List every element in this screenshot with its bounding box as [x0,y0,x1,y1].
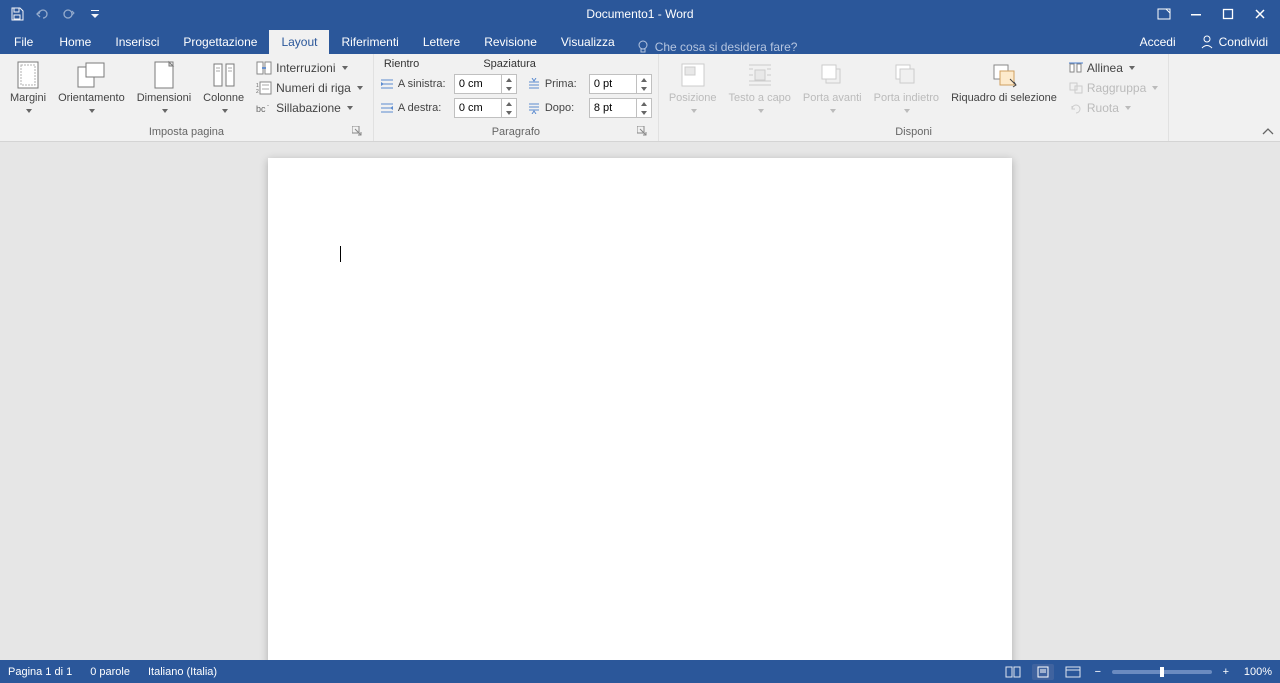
share-label: Condividi [1219,35,1268,49]
bring-forward-button: Porta avanti [799,56,866,116]
tab-file[interactable]: File [0,30,47,54]
space-before-label: Prima: [545,78,585,90]
zoom-slider[interactable] [1112,670,1212,674]
align-icon [1069,62,1083,74]
svg-text:-: - [267,103,269,109]
indent-left-label: A sinistra: [398,78,450,90]
zoom-in-button[interactable]: + [1220,666,1232,678]
save-button[interactable] [8,5,26,23]
tab-home[interactable]: Home [47,30,103,54]
hyphenation-icon: bc- [256,101,272,115]
zoom-out-button[interactable]: − [1092,666,1104,678]
print-layout-button[interactable] [1032,664,1054,680]
orientation-button[interactable]: Orientamento [54,56,129,116]
tab-layout[interactable]: Layout [269,30,329,54]
send-backward-button: Porta indietro [870,56,943,116]
text-cursor [340,246,341,262]
page[interactable] [268,158,1012,660]
tab-inserisci[interactable]: Inserisci [103,30,171,54]
indent-heading: Rientro [382,56,421,70]
hyphenation-button[interactable]: bc- Sillabazione [254,100,365,116]
group-icon [1069,82,1083,94]
spacing-heading: Spaziatura [481,56,538,70]
line-numbers-icon: 12 [256,81,272,95]
tab-lettere[interactable]: Lettere [411,30,472,54]
indent-right-label: A destra: [398,102,450,114]
collapse-ribbon-button[interactable] [1262,127,1274,137]
space-after-icon [527,102,541,114]
quick-access-toolbar [0,5,104,23]
qat-customize[interactable] [86,5,104,23]
share-button[interactable]: Condividi [1188,30,1280,54]
columns-button[interactable]: Colonne [199,56,248,116]
maximize-button[interactable] [1214,4,1242,24]
selection-pane-button[interactable]: Riquadro di selezione [947,56,1061,104]
ribbon-tabs: File Home Inserisci Progettazione Layout… [0,28,1280,54]
tab-progettazione[interactable]: Progettazione [171,30,269,54]
breaks-icon [256,61,272,75]
language[interactable]: Italiano (Italia) [148,666,217,678]
indent-right-input[interactable] [454,98,517,118]
ribbon: Margini Orientamento Dimensioni Colonne … [0,54,1280,142]
size-button[interactable]: Dimensioni [133,56,195,116]
tell-me[interactable] [627,40,865,54]
document-area[interactable] [0,142,1280,660]
tell-me-input[interactable] [655,40,855,54]
rotate-button: Ruota [1067,100,1160,116]
word-count[interactable]: 0 parole [90,666,130,678]
title-bar: Documento1 - Word [0,0,1280,28]
page-count[interactable]: Pagina 1 di 1 [8,666,72,678]
redo-button[interactable] [60,5,78,23]
svg-text:bc: bc [256,104,266,114]
undo-button[interactable] [34,5,52,23]
group-label-arrange: Disponi [895,126,932,138]
web-layout-button[interactable] [1062,664,1084,680]
person-icon [1200,35,1214,49]
status-bar: Pagina 1 di 1 0 parole Italiano (Italia)… [0,660,1280,683]
group-page-setup: Margini Orientamento Dimensioni Colonne … [0,54,374,141]
indent-right-icon [380,102,394,114]
svg-text:2: 2 [256,89,259,95]
space-before-icon [527,78,541,90]
tab-riferimenti[interactable]: Riferimenti [329,30,410,54]
line-numbers-button[interactable]: 12 Numeri di riga [254,80,365,96]
rotate-icon [1069,102,1083,114]
space-after-label: Dopo: [545,102,585,114]
minimize-button[interactable] [1182,4,1210,24]
close-button[interactable] [1246,4,1274,24]
group-arrange: Posizione Testo a capo Porta avanti Port… [659,54,1169,141]
position-button: Posizione [665,56,721,116]
page-setup-launcher[interactable] [352,126,364,138]
wrap-text-button: Testo a capo [725,56,795,116]
sign-in-link[interactable]: Accedi [1128,30,1188,54]
zoom-level[interactable]: 100% [1244,666,1272,678]
lightbulb-icon [637,40,649,54]
indent-left-icon [380,78,394,90]
margins-button[interactable]: Margini [6,56,50,116]
breaks-button[interactable]: Interruzioni [254,60,365,76]
space-after-input[interactable] [589,98,652,118]
space-before-input[interactable] [589,74,652,94]
paragraph-launcher[interactable] [637,126,649,138]
align-button[interactable]: Allinea [1067,60,1160,76]
indent-left-input[interactable] [454,74,517,94]
ribbon-display-options[interactable] [1150,4,1178,24]
read-mode-button[interactable] [1002,664,1024,680]
window-title: Documento1 - Word [0,7,1280,21]
group-paragraph: Rientro Spaziatura A sinistra: A destra: [374,54,659,141]
group-button: Raggruppa [1067,80,1160,96]
tab-revisione[interactable]: Revisione [472,30,549,54]
group-label-paragraph: Paragrafo [492,126,540,138]
group-label-page-setup: Imposta pagina [149,126,224,138]
tab-visualizza[interactable]: Visualizza [549,30,627,54]
